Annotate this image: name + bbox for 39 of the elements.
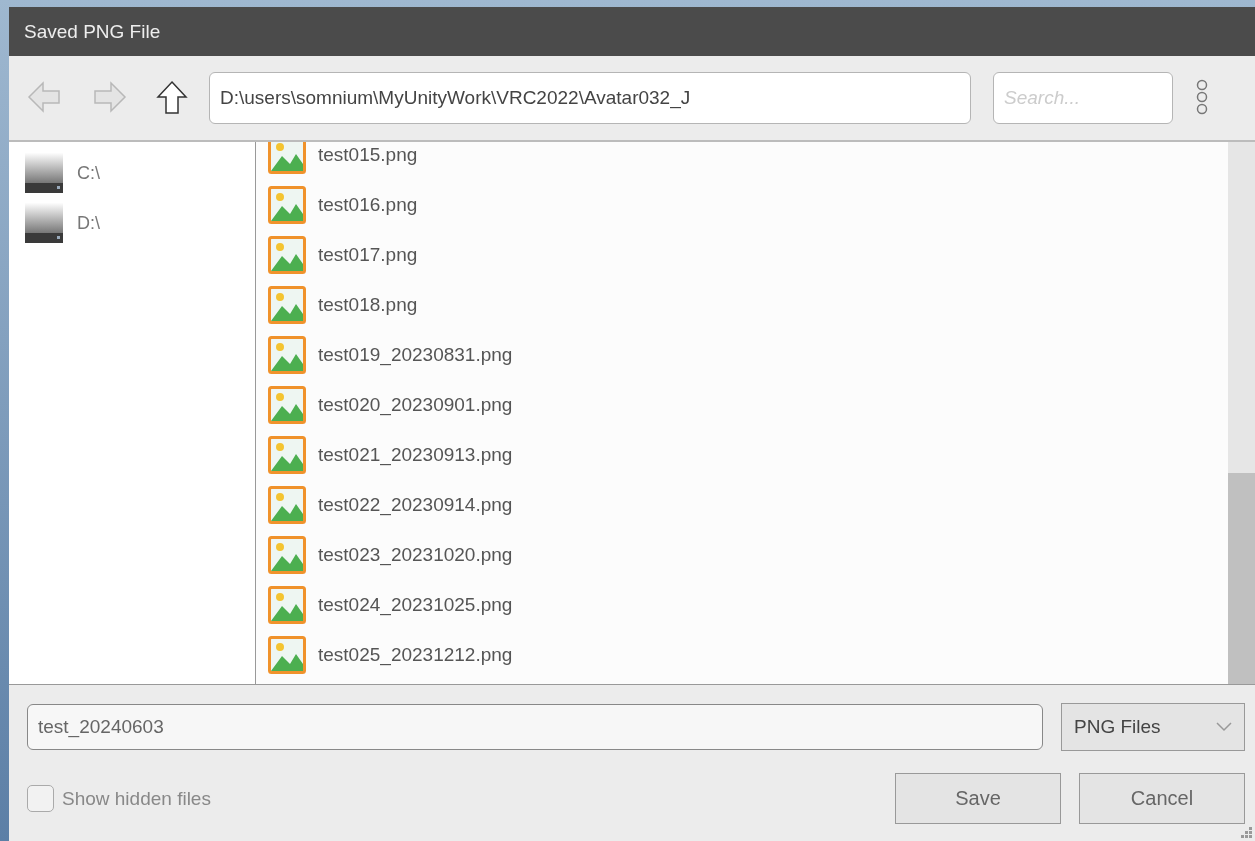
- file-name[interactable]: test024_20231025.png: [318, 594, 513, 616]
- image-file-icon: [268, 142, 306, 174]
- dialog-button[interactable]: Cancel: [1079, 773, 1245, 824]
- file-name[interactable]: test015.png: [318, 144, 418, 166]
- file-name[interactable]: test021_20230913.png: [318, 444, 513, 466]
- chevron-down-icon: [1216, 722, 1232, 732]
- resize-grip-icon[interactable]: [1241, 827, 1253, 839]
- image-file-icon: [268, 536, 306, 574]
- file-name[interactable]: test020_20230901.png: [318, 394, 513, 416]
- checkbox[interactable]: [27, 785, 54, 812]
- drive-icon: [25, 203, 63, 243]
- drive-label: C:\: [77, 162, 100, 184]
- file-name[interactable]: test025_20231212.png: [318, 644, 513, 666]
- file-name[interactable]: test023_20231020.png: [318, 544, 513, 566]
- file-name[interactable]: test018.png: [318, 294, 418, 316]
- file-name[interactable]: test019_20230831.png: [318, 344, 513, 366]
- drive-label: D:\: [77, 212, 100, 234]
- image-file-icon: [268, 236, 306, 274]
- filename-field[interactable]: test_20240603: [27, 704, 1043, 750]
- drive-icon: [25, 153, 63, 193]
- image-file-icon: [268, 186, 306, 224]
- file-name[interactable]: test022_20230914.png: [318, 494, 513, 516]
- file-name[interactable]: test017.png: [318, 244, 418, 266]
- scrollbar[interactable]: [1228, 142, 1255, 684]
- path-field[interactable]: D:\users\somnium\MyUnityWork\VRC2022\Avatar032_J: [209, 72, 971, 124]
- image-file-icon: [268, 486, 306, 524]
- dialog-button[interactable]: Save: [895, 773, 1061, 824]
- file-name[interactable]: test016.png: [318, 194, 418, 216]
- drive-item[interactable]: C:\: [9, 148, 255, 198]
- image-file-icon: [268, 436, 306, 474]
- checkbox-label: Show hidden files: [62, 787, 211, 810]
- drive-item[interactable]: D:\: [9, 198, 255, 248]
- window-title: Saved PNG File: [24, 20, 161, 43]
- image-file-icon: [268, 286, 306, 324]
- image-file-icon: [268, 336, 306, 374]
- image-file-icon: [268, 636, 306, 674]
- file-type-dropdown[interactable]: PNG Files: [1061, 703, 1245, 751]
- image-file-icon: [268, 586, 306, 624]
- image-file-icon: [268, 386, 306, 424]
